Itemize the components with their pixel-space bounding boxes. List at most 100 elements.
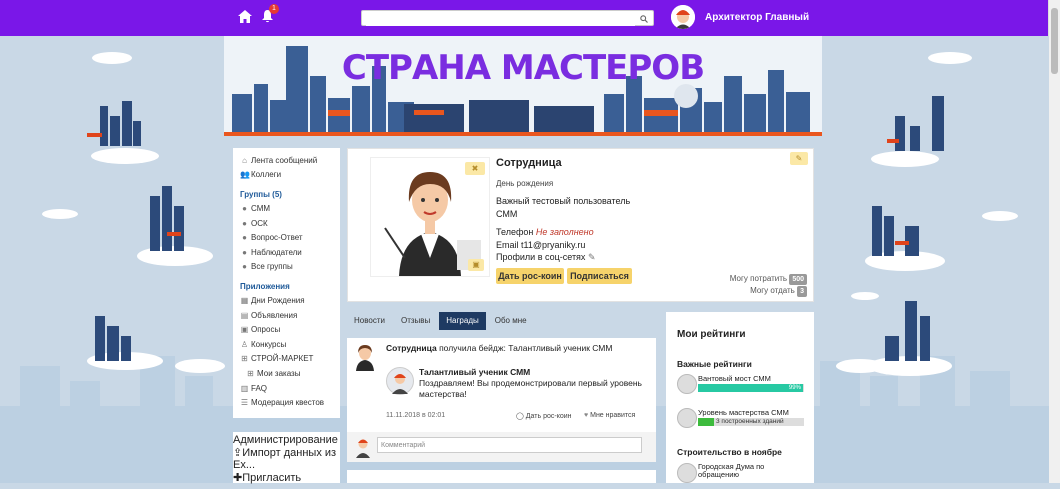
post-author[interactable]: Сотрудница [386, 343, 437, 353]
doc-icon: ▤ [240, 310, 249, 320]
sidebar-item-faq[interactable]: ▥ FAQ [233, 381, 340, 396]
sidebar-item-label: Пригласить [242, 472, 302, 484]
chats-icon: ● [242, 262, 247, 272]
sidebar-item-label: FAQ [251, 383, 268, 393]
rating-progress-text: 3 построенных зданий [716, 418, 784, 425]
can-give-value: 3 [797, 286, 807, 297]
sidebar-item-feed[interactable]: ⌂ Лента сообщений [233, 153, 340, 168]
sidebar-admin-header: Администрирование [233, 434, 338, 446]
sidebar-item-label: Опросы [251, 325, 281, 335]
import-icon: ⇪ [233, 447, 243, 459]
sidebar-item-announcements[interactable]: ▤ Объявления [233, 308, 340, 323]
list-icon: ☰ [240, 398, 249, 408]
rating-item[interactable]: Вантовый мост СММ 99% [677, 374, 807, 400]
badge-description: Поздравляем! Вы продемонстрировали первы… [419, 378, 642, 399]
ratings-panel: Мои рейтинги Важные рейтинги Вантовый мо… [666, 312, 814, 483]
faq-icon: ▥ [240, 383, 249, 393]
search-input[interactable] [366, 12, 635, 26]
sidebar-item-group-smm[interactable]: ● СММ [233, 201, 340, 216]
profile-position: Важный тестовый пользователь [496, 196, 631, 206]
tab-about[interactable]: Обо мне [488, 312, 534, 330]
rating-name: Уровень мастерства СММ [698, 408, 789, 417]
sidebar-item-contests[interactable]: ♙ Конкурсы [233, 337, 340, 352]
sidebar-item-market[interactable]: ⊞ СТРОЙ-МАРКЕТ [233, 352, 340, 367]
sidebar-item-colleagues[interactable]: 👥 Коллеги [233, 168, 340, 183]
badge-image [386, 367, 414, 395]
coin-balance: Могу потратить 500 Могу отдать 3 [730, 273, 807, 297]
sidebar-item-all-groups[interactable]: ● Все группы [233, 260, 340, 275]
rating-name: Вантовый мост СММ [698, 374, 771, 383]
site-banner: СТРАНА МАСТЕРОВ [224, 36, 822, 136]
page-scrollbar[interactable] [1048, 0, 1060, 483]
users-icon: 👥 [240, 170, 250, 180]
rating-progress-bar: 99% [698, 384, 804, 392]
sidebar-item-label: Лента сообщений [251, 155, 318, 165]
comment-input[interactable]: Комментарий [377, 437, 642, 453]
sidebar-item-label: Коллеги [251, 170, 282, 180]
sidebar-item-label: Вопрос-Ответ [251, 233, 303, 243]
tab-reviews[interactable]: Отзывы [394, 312, 437, 330]
sidebar-item-label: ОСК [251, 218, 268, 228]
give-coin-button[interactable]: Дать рос-коин [496, 268, 564, 284]
home-icon[interactable] [238, 10, 252, 26]
cart-icon: ⊞ [247, 368, 254, 378]
sidebar-item-polls[interactable]: ▣ Опросы [233, 322, 340, 337]
sidebar-item-my-orders[interactable]: ⊞ Мои заказы [233, 366, 340, 381]
profile-tabs: Новости Отзывы Награды Обо мне [347, 312, 536, 330]
rating-name: Городская Дума по обращению [698, 462, 765, 479]
sidebar-item-label: Мои заказы [257, 368, 301, 378]
email-value[interactable]: t11@pryaniky.ru [521, 240, 585, 250]
tab-awards[interactable]: Награды [439, 312, 486, 330]
profile-card: ✖ ▣ ✎ Сотрудница День рождения Важный те… [347, 148, 814, 302]
post-give-coin-label: Дать рос-коин [525, 413, 572, 420]
profile-birthday: День рождения [496, 179, 554, 188]
pencil-icon[interactable]: ✎ [588, 252, 596, 262]
notification-count-badge: 1 [269, 4, 279, 14]
search-icon[interactable] [640, 14, 648, 26]
sidebar-item-group-qa[interactable]: ● Вопрос-Ответ [233, 230, 340, 245]
rating-avatar [677, 463, 697, 483]
post-give-coin[interactable]: ◯ Дать рос-коин [516, 412, 572, 420]
can-spend-value: 500 [789, 274, 807, 285]
user-avatar[interactable] [671, 5, 695, 29]
sidebar-item-import[interactable]: ⇪Импорт данных из Ex... [233, 446, 340, 471]
rating-progress-fill: 99% [698, 384, 803, 392]
scrollbar-thumb[interactable] [1051, 8, 1058, 74]
sidebar-groups-header[interactable]: Группы (5) [233, 187, 340, 201]
admin-sidebar: Администрирование ⇪Импорт данных из Ex..… [233, 432, 340, 484]
sidebar-item-group-observers[interactable]: ● Наблюдатели [233, 245, 340, 260]
sidebar-item-invite[interactable]: ✚Пригласить [233, 471, 340, 484]
home-icon: ⌂ [242, 155, 247, 165]
banner-title: СТРАНА МАСТЕРОВ [341, 48, 705, 88]
post-like[interactable]: ♥ Мне нравится [584, 412, 635, 419]
rating-item[interactable]: Городская Дума по обращению [677, 463, 807, 489]
user-name[interactable]: Архитектор Главный [705, 12, 809, 23]
post-author-avatar[interactable] [353, 343, 377, 371]
sidebar-item-label: Конкурсы [251, 339, 287, 349]
profile-phone: Телефон Не заполнено [496, 227, 594, 237]
search-box [361, 10, 654, 26]
calendar-icon: ▦ [240, 295, 249, 305]
sidebar-item-group-osk[interactable]: ● ОСК [233, 216, 340, 231]
social-label: Профили в соц-сетях [496, 252, 586, 262]
profile-social: Профили в соц-сетях ✎ [496, 252, 596, 263]
sidebar-item-quest-moderation[interactable]: ☰ Модерация квестов [233, 395, 340, 410]
sidebar-item-birthdays[interactable]: ▦ Дни Рождения [233, 293, 340, 308]
rating-item[interactable]: Уровень мастерства СММ 3 построенных зда… [677, 408, 807, 434]
subscribe-button[interactable]: Подписаться [567, 268, 632, 284]
rating-progress-fill [698, 418, 714, 426]
edit-profile-button[interactable]: ✎ [790, 152, 808, 165]
sidebar-item-label: Наблюдатели [251, 247, 302, 257]
sidebar-item-label: Модерация квестов [251, 398, 325, 408]
post-date: 11.11.2018 в 02:01 [386, 412, 446, 419]
next-feed-post [347, 470, 656, 483]
remove-photo-button[interactable]: ✖ [465, 162, 485, 175]
profile-name: Сотрудница [496, 157, 562, 169]
sidebar-item-label: Объявления [251, 310, 298, 320]
tab-news[interactable]: Новости [347, 312, 392, 330]
profile-email: Email t11@pryaniky.ru [496, 240, 585, 250]
change-photo-button[interactable]: ▣ [468, 259, 484, 271]
post-like-label: Мне нравится [590, 412, 636, 419]
construction-header: Строительство в ноябре [677, 447, 782, 457]
chat-icon: ● [242, 203, 247, 213]
